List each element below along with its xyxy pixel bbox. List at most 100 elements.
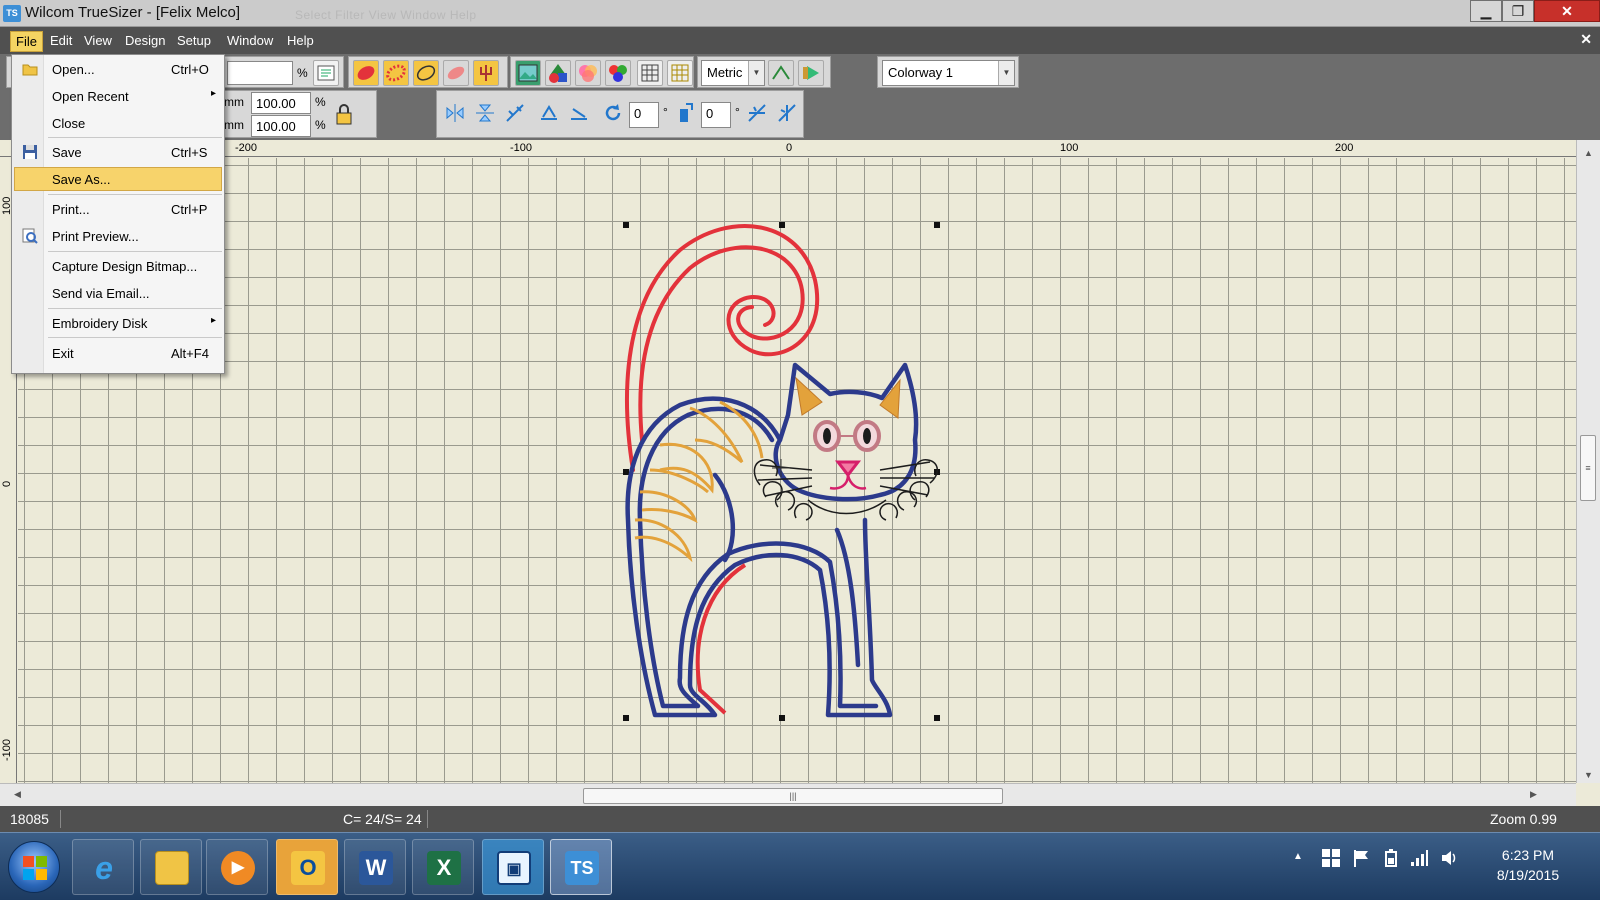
taskbar-word[interactable]: W [344, 839, 406, 895]
grid-icon[interactable] [637, 60, 663, 86]
scale-percent-field[interactable] [227, 61, 293, 85]
menu-edit[interactable]: Edit [45, 31, 77, 52]
taskbar-clock[interactable]: 6:23 PM 8/19/2015 [1493, 845, 1563, 885]
menu-view[interactable]: View [79, 31, 117, 52]
cat-embroidery-design[interactable] [0, 140, 1576, 783]
menu-item-close[interactable]: Close [14, 111, 222, 135]
object-toolbar [510, 56, 694, 88]
horizontal-scroll-thumb[interactable]: ||| [583, 788, 1003, 804]
zoom-level: Zoom 0.99 [1490, 811, 1557, 827]
design-canvas[interactable]: -200 -100 0 100 200 100 0 -100 ▲ ≡ ▼ ◀ |… [0, 140, 1600, 806]
menu-item-label: Send via Email... [52, 286, 150, 301]
menu-design[interactable]: Design [120, 31, 170, 52]
trident-needle-icon[interactable] [473, 60, 499, 86]
slant-angle-field[interactable]: 0 [701, 102, 731, 128]
thread-colors-icon[interactable] [605, 60, 631, 86]
minimize-button[interactable]: ▁ [1470, 0, 1502, 22]
menu-window[interactable]: Window [222, 31, 278, 52]
menu-item-label: Exit [52, 346, 74, 361]
menu-item-embroidery-disk[interactable]: Embroidery Disk ▸ [14, 311, 222, 335]
vertical-scroll-thumb[interactable]: ≡ [1580, 435, 1596, 501]
satin-leaf-icon[interactable] [353, 60, 379, 86]
menu-item-open-recent[interactable]: Open Recent ▸ [14, 84, 222, 108]
colorway-dropdown[interactable]: Colorway 1 ▼ [882, 60, 1015, 86]
maximize-button[interactable]: ❐ [1502, 0, 1534, 22]
menu-item-label: Embroidery Disk [52, 316, 148, 331]
folder-open-icon [22, 61, 38, 77]
rotate-right-icon[interactable] [567, 101, 593, 127]
properties-icon[interactable] [313, 60, 339, 86]
colorway-toolbar: Colorway 1 ▼ [877, 56, 1019, 88]
fill-pattern-icon[interactable] [383, 60, 409, 86]
windows-logo-tray-icon[interactable] [1322, 849, 1340, 870]
show-hidden-icons-icon[interactable]: ▲ [1293, 851, 1303, 862]
horizontal-scrollbar[interactable]: ◀ ||| ▶ [0, 783, 1576, 806]
units-dropdown[interactable]: Metric ▼ [701, 60, 765, 86]
menu-item-open[interactable]: Open... Ctrl+O [14, 57, 222, 81]
battery-icon[interactable] [1382, 849, 1400, 870]
menu-item-label: Save [52, 145, 82, 160]
measure-icon[interactable] [768, 60, 794, 86]
scroll-left-icon[interactable]: ◀ [14, 789, 21, 800]
shapes-icon[interactable] [545, 60, 571, 86]
tail-spiral [625, 224, 819, 472]
proportional-lock-icon[interactable] [332, 101, 358, 127]
truesizer-icon: TS [565, 851, 599, 885]
outline-leaf-icon[interactable] [413, 60, 439, 86]
taskbar-outlook[interactable]: O [276, 839, 338, 895]
internet-explorer-icon: e [95, 850, 113, 886]
menu-item-print-preview[interactable]: Print Preview... [14, 224, 222, 248]
mirror-diagonal-icon[interactable] [503, 101, 529, 127]
skew-horizontal-icon[interactable] [745, 101, 771, 127]
width-scale-field[interactable]: 100.00 [251, 92, 311, 114]
network-signal-icon[interactable] [1410, 849, 1428, 870]
rotate-angle-field[interactable]: 0 [629, 102, 659, 128]
scroll-right-icon[interactable]: ▶ [1530, 789, 1537, 800]
taskbar-media-player[interactable]: ▶ [206, 839, 268, 895]
scroll-down-icon[interactable]: ▼ [1584, 770, 1593, 780]
menu-separator [48, 137, 222, 138]
menu-separator [48, 337, 222, 338]
file-menu-dropdown: Open... Ctrl+O Open Recent ▸ Close Save … [11, 54, 225, 374]
action-center-flag-icon[interactable] [1352, 849, 1370, 870]
truesizer-app-icon: TS [3, 5, 21, 22]
taskbar-excel[interactable]: X [412, 839, 474, 895]
menu-file[interactable]: File [10, 31, 43, 52]
skew-vertical-icon[interactable] [775, 101, 801, 127]
picture-icon[interactable] [515, 60, 541, 86]
taskbar-file-explorer[interactable] [140, 839, 202, 895]
rotate-left-icon[interactable] [537, 101, 563, 127]
taskbar-image-viewer[interactable]: ▣ [482, 839, 544, 895]
mirror-horizontal-icon[interactable] [443, 101, 469, 127]
volume-icon[interactable] [1440, 849, 1458, 870]
document-close-button[interactable]: ✕ [1580, 31, 1592, 48]
menu-item-save-as[interactable]: Save As... [14, 167, 222, 191]
menu-setup[interactable]: Setup [172, 31, 216, 52]
menu-item-send-email[interactable]: Send via Email... [14, 281, 222, 305]
menu-help[interactable]: Help [282, 31, 319, 52]
vertical-scrollbar[interactable]: ▲ ≡ ▼ [1576, 140, 1600, 783]
color-blend-icon[interactable] [575, 60, 601, 86]
taskbar-truesizer[interactable]: TS [550, 839, 612, 895]
mirror-vertical-icon[interactable] [473, 101, 499, 127]
transform-toolbar: 0 ° 0 ° [436, 90, 804, 138]
slant-icon[interactable] [673, 101, 699, 127]
menu-item-label: Print Preview... [52, 229, 139, 244]
start-button[interactable] [8, 841, 60, 893]
menu-item-capture-bitmap[interactable]: Capture Design Bitmap... [14, 254, 222, 278]
menu-item-save[interactable]: Save Ctrl+S [14, 140, 222, 164]
rotate-ccw-icon[interactable] [601, 101, 627, 127]
toolbar-area: % Metric ▼ Colorway 1 ▼ mm 100.00 % mm 1… [0, 54, 1600, 140]
stitch-player-icon[interactable] [798, 60, 824, 86]
faded-background-menu: Select Filter View Window Help [295, 8, 477, 22]
height-scale-field[interactable]: 100.00 [251, 115, 311, 137]
play-icon: ▶ [221, 851, 255, 885]
scroll-up-icon[interactable]: ▲ [1584, 148, 1593, 158]
taskbar-internet-explorer[interactable]: e [72, 839, 134, 895]
feather-leaf-icon[interactable] [443, 60, 469, 86]
hoop-grid-icon[interactable] [667, 60, 693, 86]
menu-item-print[interactable]: Print... Ctrl+P [14, 197, 222, 221]
menu-item-shortcut: Ctrl+O [171, 62, 209, 77]
close-window-button[interactable]: ✕ [1534, 0, 1600, 22]
menu-item-exit[interactable]: Exit Alt+F4 [14, 341, 222, 365]
